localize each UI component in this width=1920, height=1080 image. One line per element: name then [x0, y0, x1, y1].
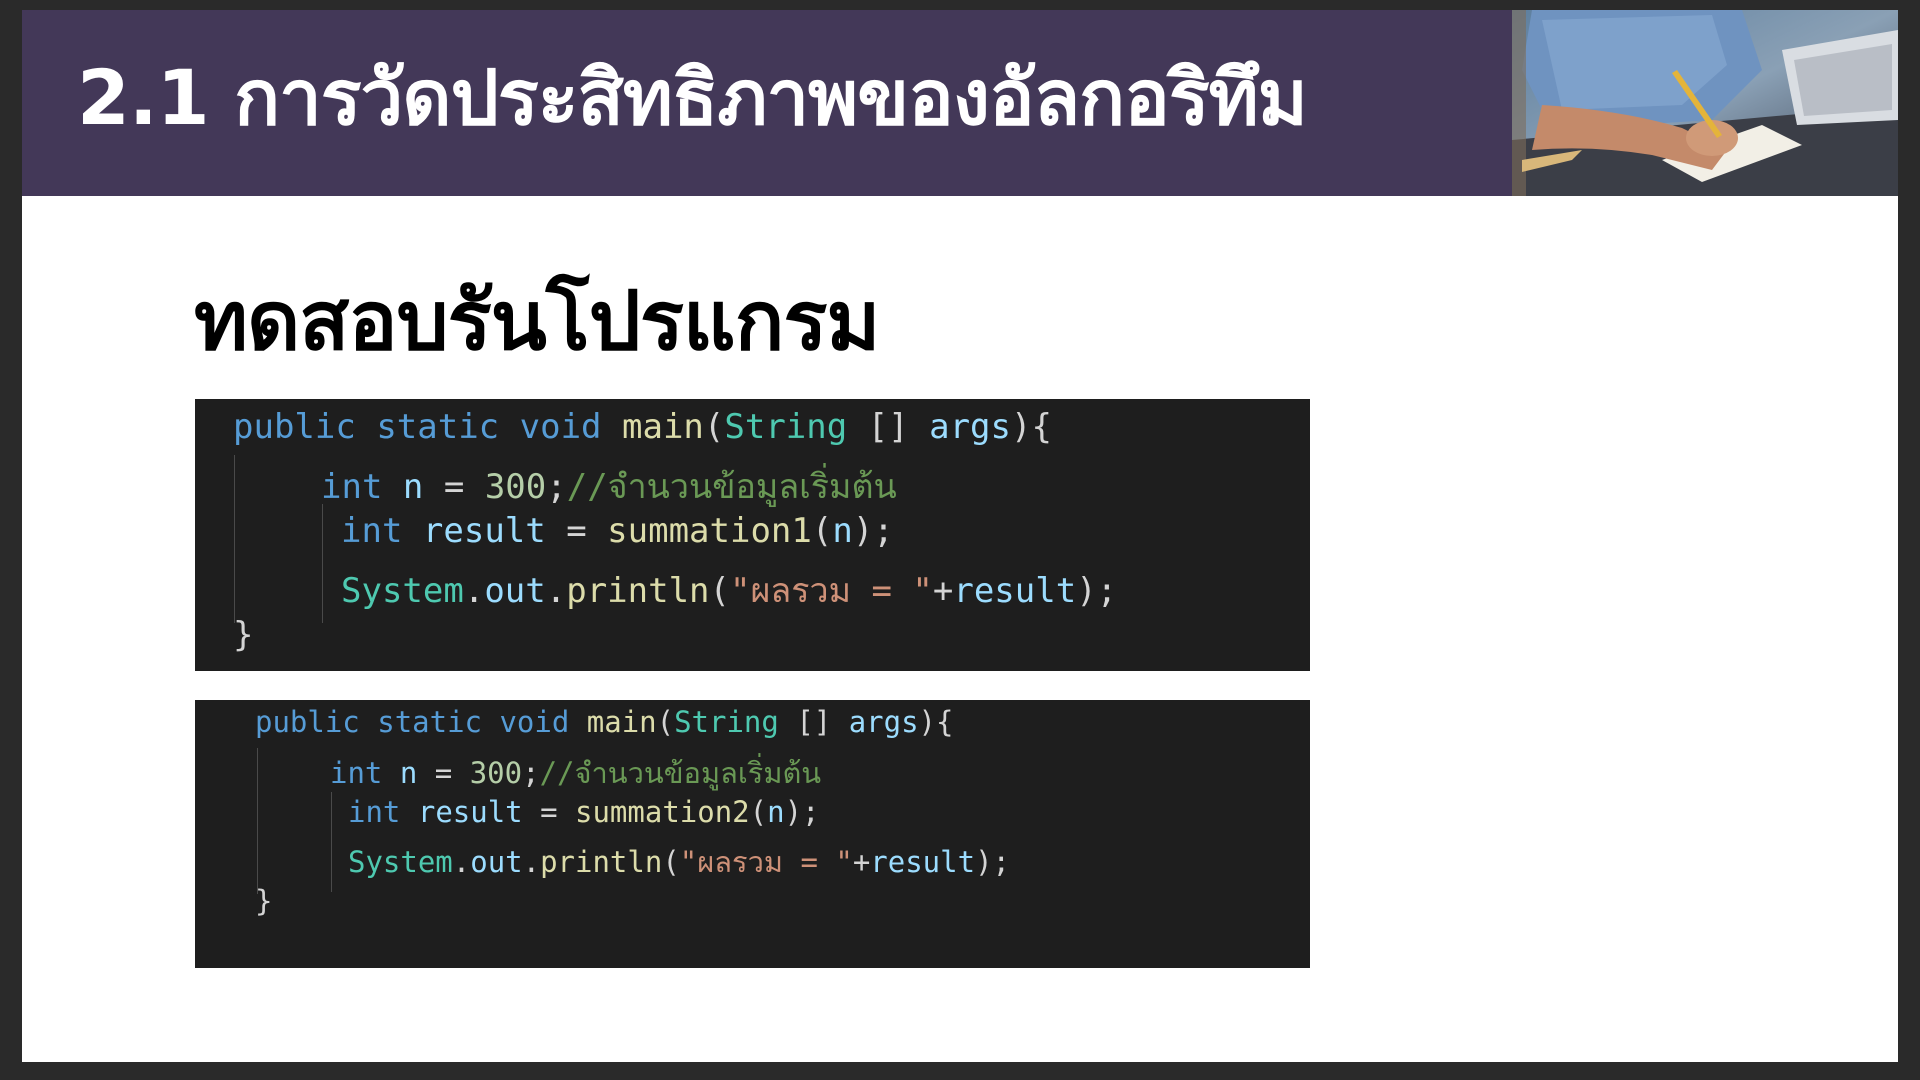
- indent-guide: [322, 504, 323, 623]
- code-line: }: [255, 884, 273, 918]
- code-block-summation2: public static void main(String [] args){…: [195, 700, 1310, 968]
- code-line: int result = summation1(n);: [341, 511, 894, 551]
- code-line: int result = summation2(n);: [348, 795, 820, 829]
- code-line: int n = 300;//จำนวนข้อมูลเริ่มต้น: [330, 756, 822, 790]
- slide-subtitle: ทดสอบรันโปรแกรม: [194, 274, 880, 369]
- code-line: }: [233, 615, 254, 655]
- code-block-summation1: public static void main(String [] args){…: [195, 399, 1310, 671]
- indent-guide: [331, 792, 332, 892]
- slide: 2.1 การวัดประสิทธิภาพของอัลกอริทึม ทดสอบ…: [22, 10, 1898, 1062]
- code-line: public static void main(String [] args){: [233, 407, 1052, 447]
- person-writing-at-desk-photo: [1512, 10, 1898, 196]
- code-line: public static void main(String [] args){: [255, 705, 954, 739]
- header-photo-illustration: [1512, 10, 1898, 196]
- code-line: System.out.println("ผลรวม = "+result);: [341, 571, 1118, 611]
- indent-guide: [234, 455, 235, 623]
- indent-guide: [257, 748, 258, 894]
- code-line: System.out.println("ผลรวม = "+result);: [348, 845, 1010, 879]
- code-line: int n = 300;//จำนวนข้อมูลเริ่มต้น: [321, 467, 897, 507]
- slide-title: 2.1 การวัดประสิทธิภาพของอัลกอริทึม: [77, 53, 1308, 142]
- slide-header: 2.1 การวัดประสิทธิภาพของอัลกอริทึม: [22, 10, 1898, 196]
